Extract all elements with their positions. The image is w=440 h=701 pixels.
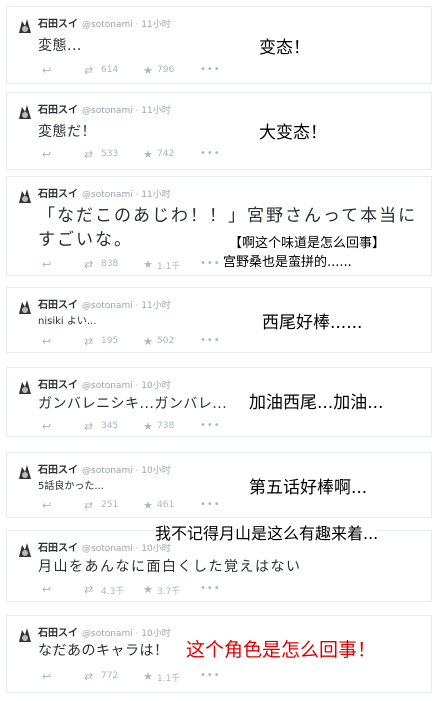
- tweet-text: 月山をあんなに面白くした覚えはない: [38, 559, 302, 575]
- reply-icon[interactable]: ↩: [42, 64, 51, 77]
- more-icon[interactable]: •••: [200, 420, 221, 431]
- retweet-icon[interactable]: ⇄: [84, 583, 93, 596]
- tweet-text: 変態...: [38, 38, 82, 54]
- translation-caption: 我不记得月山是这么有趣来着...: [155, 520, 379, 544]
- avatar[interactable]: [16, 298, 34, 316]
- author-handle-time[interactable]: @sotonami · 11小时: [82, 190, 171, 200]
- retweet-icon[interactable]: ⇄: [84, 499, 93, 512]
- retweet-icon[interactable]: ⇄: [84, 64, 93, 77]
- favorite-count: 502: [157, 336, 175, 346]
- caption-line: 宫野桑也是蛮拼的......: [223, 255, 352, 270]
- translation-caption: 第五话好棒啊...: [249, 478, 368, 498]
- avatar[interactable]: [16, 626, 34, 644]
- more-icon[interactable]: •••: [200, 499, 221, 510]
- star-icon[interactable]: ★: [143, 258, 153, 271]
- author-handle-time[interactable]: @sotonami · 10小时: [82, 466, 171, 476]
- caption-line: 【啊这个味道是怎么回事】: [229, 236, 386, 251]
- retweet-count: 195: [101, 336, 119, 346]
- avatar[interactable]: [16, 378, 34, 396]
- more-icon[interactable]: •••: [200, 148, 221, 159]
- author-handle-time[interactable]: @sotonami · 10小时: [82, 544, 171, 554]
- more-icon[interactable]: •••: [200, 64, 221, 75]
- translation-caption: 变态！: [259, 38, 310, 58]
- retweet-count: 345: [101, 421, 119, 431]
- author-handle-time[interactable]: @sotonami · 11小时: [82, 20, 171, 30]
- reply-icon[interactable]: ↩: [42, 335, 51, 348]
- more-icon[interactable]: •••: [200, 670, 221, 681]
- reply-icon[interactable]: ↩: [42, 148, 51, 161]
- tweet-text: ガンバレニシキ...ガンバレ...: [38, 396, 228, 412]
- favorite-count: 742: [157, 149, 175, 159]
- more-icon[interactable]: •••: [200, 335, 221, 346]
- tweet-card[interactable]: 石田スイ @sotonami · 11小时 変態だ！ ↩ ⇄ 533 ★ 742 …: [6, 92, 432, 170]
- retweet-count: 838: [101, 259, 119, 269]
- retweet-icon[interactable]: ⇄: [84, 420, 93, 433]
- tweet-card[interactable]: 石田スイ @sotonami · 11小时 変態... ↩ ⇄ 614 ★ 796…: [6, 6, 432, 84]
- retweet-icon[interactable]: ⇄: [84, 148, 93, 161]
- favorite-count: 1.1千: [157, 674, 181, 684]
- author-handle-time[interactable]: @sotonami · 11小时: [82, 106, 171, 116]
- translation-caption: 大变态！: [259, 123, 327, 143]
- author-handle-time[interactable]: @sotonami · 11小时: [82, 301, 171, 311]
- star-icon[interactable]: ★: [143, 583, 153, 596]
- star-icon[interactable]: ★: [143, 499, 153, 512]
- author-name[interactable]: 石田スイ: [38, 628, 78, 639]
- avatar[interactable]: [16, 187, 34, 205]
- retweet-count: 614: [101, 65, 119, 75]
- author-name[interactable]: 石田スイ: [38, 465, 78, 476]
- tweet-card[interactable]: 石田スイ @sotonami · 11小时 nisiki よい... ↩ ⇄ 19…: [6, 287, 432, 353]
- retweet-count: 533: [101, 149, 119, 159]
- star-icon[interactable]: ★: [143, 420, 153, 433]
- author-name[interactable]: 石田スイ: [38, 380, 78, 391]
- tweet-text: nisiki よい...: [38, 316, 97, 327]
- retweet-count: 4.3千: [101, 587, 125, 597]
- translation-caption: 西尾好棒......: [262, 313, 363, 333]
- more-icon[interactable]: •••: [200, 583, 221, 594]
- retweet-count: 772: [101, 671, 119, 681]
- star-icon[interactable]: ★: [143, 148, 153, 161]
- star-icon[interactable]: ★: [143, 64, 153, 77]
- avatar[interactable]: [16, 103, 34, 121]
- translation-caption-red: 这个角色是怎么回事！: [186, 639, 377, 661]
- reply-icon[interactable]: ↩: [42, 670, 51, 683]
- avatar[interactable]: [16, 463, 34, 481]
- retweet-icon[interactable]: ⇄: [84, 670, 93, 683]
- retweet-count: 251: [101, 500, 119, 510]
- favorite-count: 461: [157, 500, 175, 510]
- reply-icon[interactable]: ↩: [42, 583, 51, 596]
- more-icon[interactable]: •••: [200, 258, 221, 269]
- reply-icon[interactable]: ↩: [42, 420, 51, 433]
- author-name[interactable]: 石田スイ: [38, 19, 78, 30]
- reply-icon[interactable]: ↩: [42, 258, 51, 271]
- avatar[interactable]: [16, 17, 34, 35]
- reply-icon[interactable]: ↩: [42, 499, 51, 512]
- favorite-count: 738: [157, 421, 175, 431]
- tweet-text-line: 「なだこのあじわ！！」宮野さんって本当に: [38, 206, 418, 226]
- translation-caption: 加油西尾...加油...: [249, 393, 384, 413]
- star-icon[interactable]: ★: [143, 670, 153, 683]
- favorite-count: 796: [157, 65, 175, 75]
- author-name[interactable]: 石田スイ: [38, 543, 78, 554]
- retweet-icon[interactable]: ⇄: [84, 258, 93, 271]
- author-name[interactable]: 石田スイ: [38, 105, 78, 116]
- author-handle-time[interactable]: @sotonami · 10小时: [82, 629, 171, 639]
- retweet-icon[interactable]: ⇄: [84, 335, 93, 348]
- author-handle-time[interactable]: @sotonami · 10小时: [82, 381, 171, 391]
- star-icon[interactable]: ★: [143, 335, 153, 348]
- favorite-count: 3.7千: [157, 587, 181, 597]
- author-name[interactable]: 石田スイ: [38, 189, 78, 200]
- tweet-card[interactable]: 石田スイ @sotonami · 10小时 5話良かった... ↩ ⇄ 251 ★…: [6, 452, 432, 518]
- avatar[interactable]: [16, 541, 34, 559]
- tweet-text: 5話良かった...: [38, 481, 104, 492]
- favorite-count: 1.1千: [157, 262, 181, 272]
- translation-caption: 【啊这个味道是怎么回事】 宫野桑也是蛮拼的......: [223, 234, 385, 272]
- author-name[interactable]: 石田スイ: [38, 300, 78, 311]
- tweet-text: なだあのキャラは！: [38, 643, 169, 659]
- tweet-text: 変態だ！: [38, 124, 96, 140]
